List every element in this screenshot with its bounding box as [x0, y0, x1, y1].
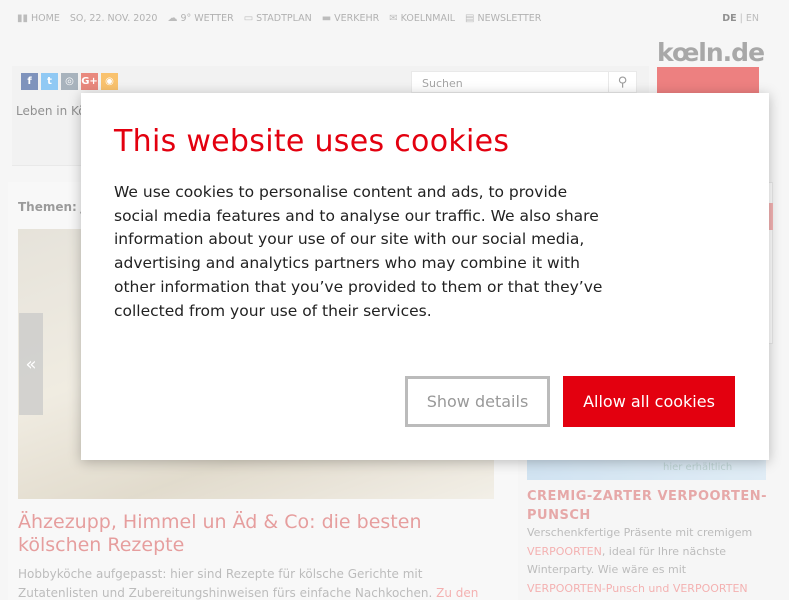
cookie-dialog: This website uses cookies We use cookies… — [81, 93, 769, 460]
cookie-dialog-body: We use cookies to personalise content an… — [114, 183, 603, 320]
show-details-button[interactable]: Show details — [405, 376, 550, 427]
allow-all-cookies-button[interactable]: Allow all cookies — [563, 376, 735, 427]
cookie-dialog-title: This website uses cookies — [114, 124, 510, 159]
